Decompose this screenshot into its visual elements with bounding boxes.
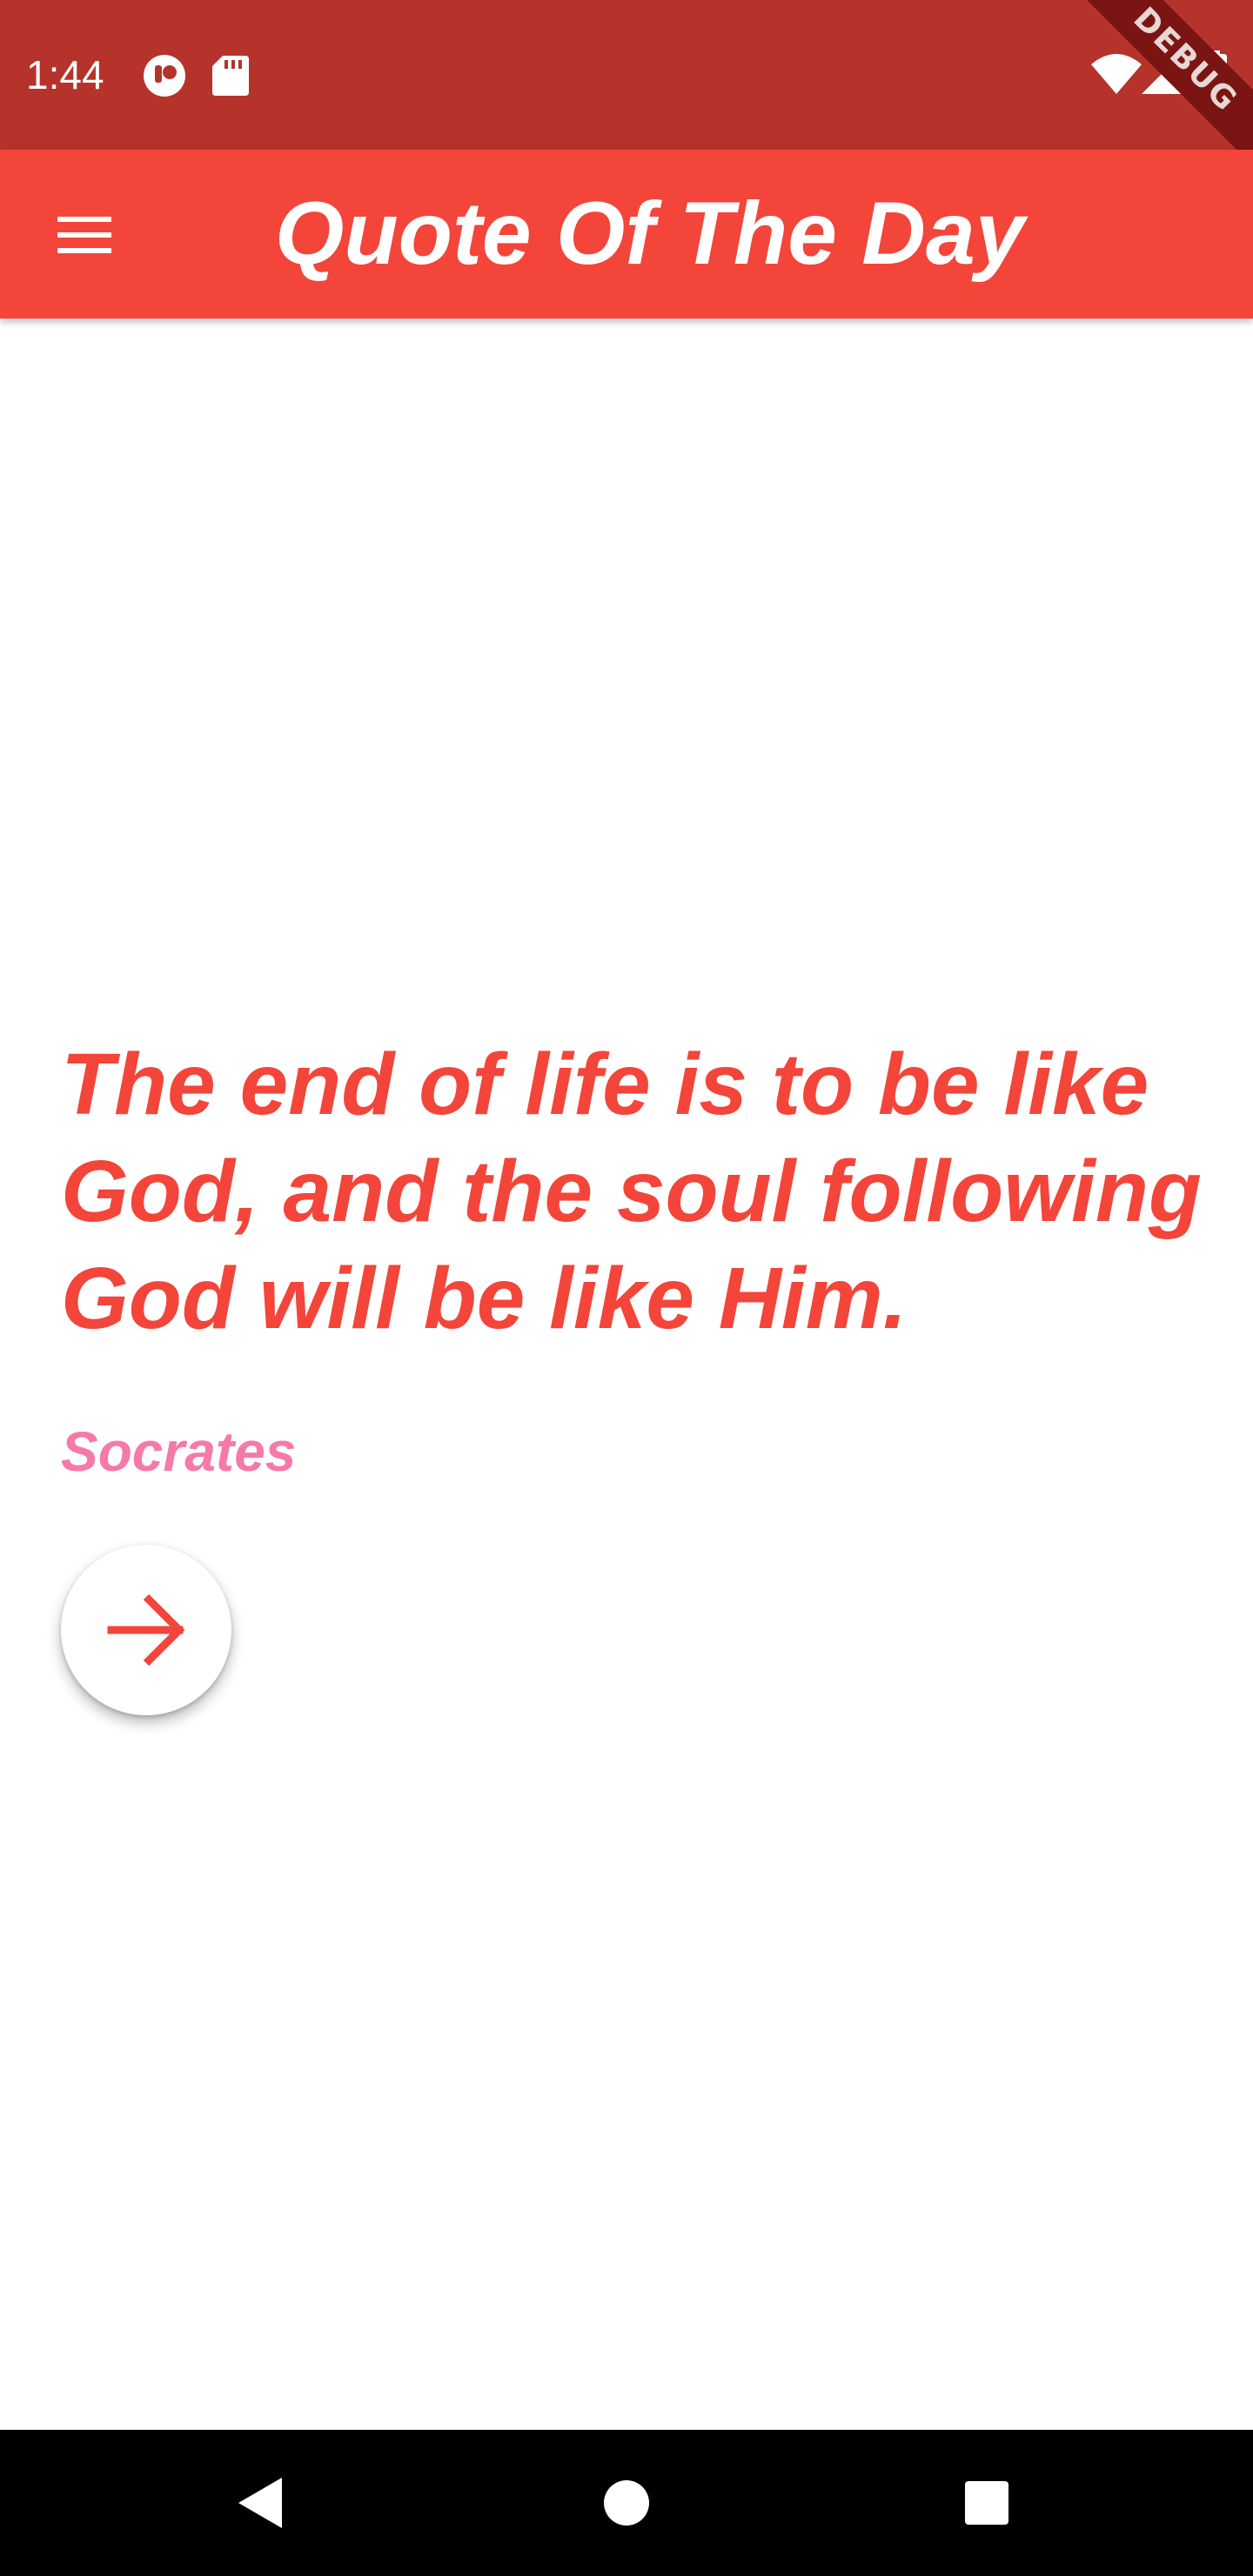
quote-author: Socrates [61, 1420, 297, 1483]
quote-text: The end of life is to be like God, and t… [61, 1036, 1202, 1347]
back-icon [238, 2478, 282, 2528]
recents-icon [965, 2481, 1008, 2525]
recents-button[interactable] [943, 2459, 1030, 2546]
hamburger-menu-icon [57, 217, 111, 253]
menu-button[interactable] [40, 194, 120, 274]
back-button[interactable] [218, 2459, 305, 2546]
app-bar: Quote Of The Day [0, 150, 1253, 319]
navigation-bar [0, 2430, 1253, 2576]
home-icon [604, 2480, 649, 2526]
status-bar: 1:44 DEBUG [0, 0, 1253, 150]
app-title: Quote Of The Day [275, 184, 1025, 283]
home-button[interactable] [583, 2459, 670, 2546]
sd-card-icon [212, 56, 249, 96]
status-time: 1:44 [26, 52, 104, 97]
notification-app-icon [144, 55, 185, 97]
wifi-icon [1091, 54, 1142, 94]
next-quote-button[interactable] [61, 1545, 231, 1715]
arrow-right-icon [107, 1593, 185, 1667]
